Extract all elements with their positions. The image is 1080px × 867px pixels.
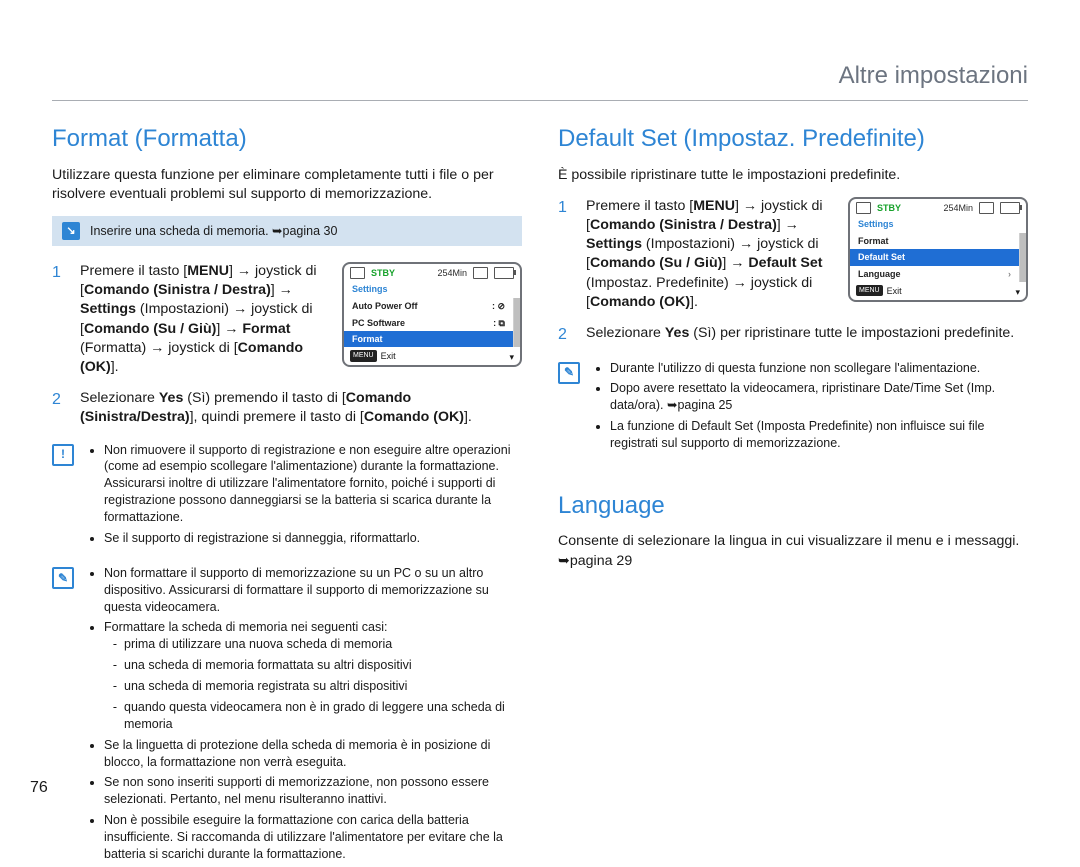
hint-block: ✎ Non formattare il supporto di memorizz… <box>52 565 522 867</box>
hint-sub: quando questa videocamera non è in grado… <box>124 699 522 733</box>
exit-label: Exit <box>887 285 902 297</box>
time-remaining: 254Min <box>943 202 973 214</box>
battery-icon <box>494 267 514 279</box>
defaultset-intro: È possibile ripristinare tutte le impost… <box>558 166 1028 185</box>
chevron-down-icon: ▾ <box>509 351 514 363</box>
ds-step-2: Selezionare Yes (Sì) per ripristinare tu… <box>586 324 1028 346</box>
menu-badge: MENU <box>856 285 883 296</box>
warn-bullet: Non rimuovere il supporto di registrazio… <box>104 442 522 526</box>
warning-icon: ! <box>52 444 74 466</box>
lcd-defaultset: STBY 254Min Settings Format Default <box>848 197 1028 302</box>
format-heading: Format (Formatta) <box>52 123 522 155</box>
hint-icon: ✎ <box>558 362 580 384</box>
hint-bullet: Non formattare il supporto di memorizzaz… <box>104 565 522 616</box>
menu-item[interactable]: PC Software: ⧉ <box>344 315 513 331</box>
hint-bullet: Durante l'utilizzo di questa funzione no… <box>610 360 1028 377</box>
hint-sub: prima di utilizzare una nuova scheda di … <box>124 636 522 653</box>
defaultset-heading: Default Set (Impostaz. Predefinite) <box>558 123 1028 155</box>
hint-bullet: Se non sono inseriti supporti di memoriz… <box>104 774 522 808</box>
battery-icon <box>1000 202 1020 214</box>
warn-bullet: Se il supporto di registrazione si danne… <box>104 530 522 547</box>
page-header: Altre impostazioni <box>52 0 1028 101</box>
step-number: 1 <box>558 197 570 312</box>
step-2-text: Selezionare Yes (Sì) premendo il tasto d… <box>80 389 522 427</box>
hint-bullet: La funzione di Default Set (Imposta Pred… <box>610 418 1028 452</box>
hint-sub: una scheda di memoria registrata su altr… <box>124 678 522 695</box>
scrollbar[interactable] <box>514 298 520 346</box>
chevron-down-icon: ▾ <box>1015 286 1020 298</box>
card-icon <box>350 267 365 279</box>
warning-block: ! Non rimuovere il supporto di registraz… <box>52 442 522 551</box>
exit-label: Exit <box>381 350 396 362</box>
menu-item[interactable]: Format <box>850 233 1019 249</box>
step-number: 1 <box>52 262 64 377</box>
menu-item[interactable]: Language <box>850 266 1019 282</box>
hint-bullet: Dopo avere resettato la videocamera, rip… <box>610 380 1028 414</box>
lcd-menu-title: Settings <box>344 282 520 298</box>
hint-bullet: Formattare la scheda di memoria nei segu… <box>104 619 522 732</box>
card2-icon <box>473 267 488 279</box>
stby-label: STBY <box>877 202 901 214</box>
menu-item[interactable]: Auto Power Off: ⊘ <box>344 298 513 314</box>
language-text: Consente di selezionare la lingua in cui… <box>558 532 1028 570</box>
page-number: 76 <box>30 777 48 799</box>
card2-icon <box>979 202 994 214</box>
left-column: Format (Formatta) Utilizzare questa funz… <box>52 123 522 866</box>
ds-step-1: Premere il tasto [MENU] → joystick di [C… <box>586 197 838 312</box>
note-box: ↘ Inserire una scheda di memoria. ➥pagin… <box>52 216 522 246</box>
language-heading: Language <box>558 490 1028 522</box>
hint-block: ✎ Durante l'utilizzo di questa funzione … <box>558 360 1028 456</box>
menu-item-selected[interactable]: Format <box>344 331 513 347</box>
lcd-menu-title: Settings <box>850 217 1026 233</box>
format-intro: Utilizzare questa funzione per eliminare… <box>52 166 522 204</box>
menu-badge: MENU <box>350 350 377 361</box>
hint-bullet: Se la linguetta di protezione della sche… <box>104 737 522 771</box>
menu-item-selected[interactable]: Default Set <box>850 249 1019 265</box>
note-icon: ↘ <box>62 222 80 240</box>
note-text: Inserire una scheda di memoria. ➥pagina … <box>90 223 337 240</box>
card-icon <box>856 202 871 214</box>
hint-icon: ✎ <box>52 567 74 589</box>
time-remaining: 254Min <box>437 267 467 279</box>
step-number: 2 <box>52 389 64 427</box>
hint-bullet: Non è possibile eseguire la formattazion… <box>104 812 522 863</box>
lcd-format: STBY 254Min Settings Auto Power Off: ⊘ <box>342 262 522 367</box>
step-number: 2 <box>558 324 570 346</box>
step-1-text: Premere il tasto [MENU] → joystick di [C… <box>80 262 332 377</box>
hint-sub: una scheda di memoria formattata su altr… <box>124 657 522 674</box>
stby-label: STBY <box>371 267 395 279</box>
right-column: Default Set (Impostaz. Predefinite) È po… <box>558 123 1028 866</box>
scrollbar[interactable] <box>1020 233 1026 281</box>
